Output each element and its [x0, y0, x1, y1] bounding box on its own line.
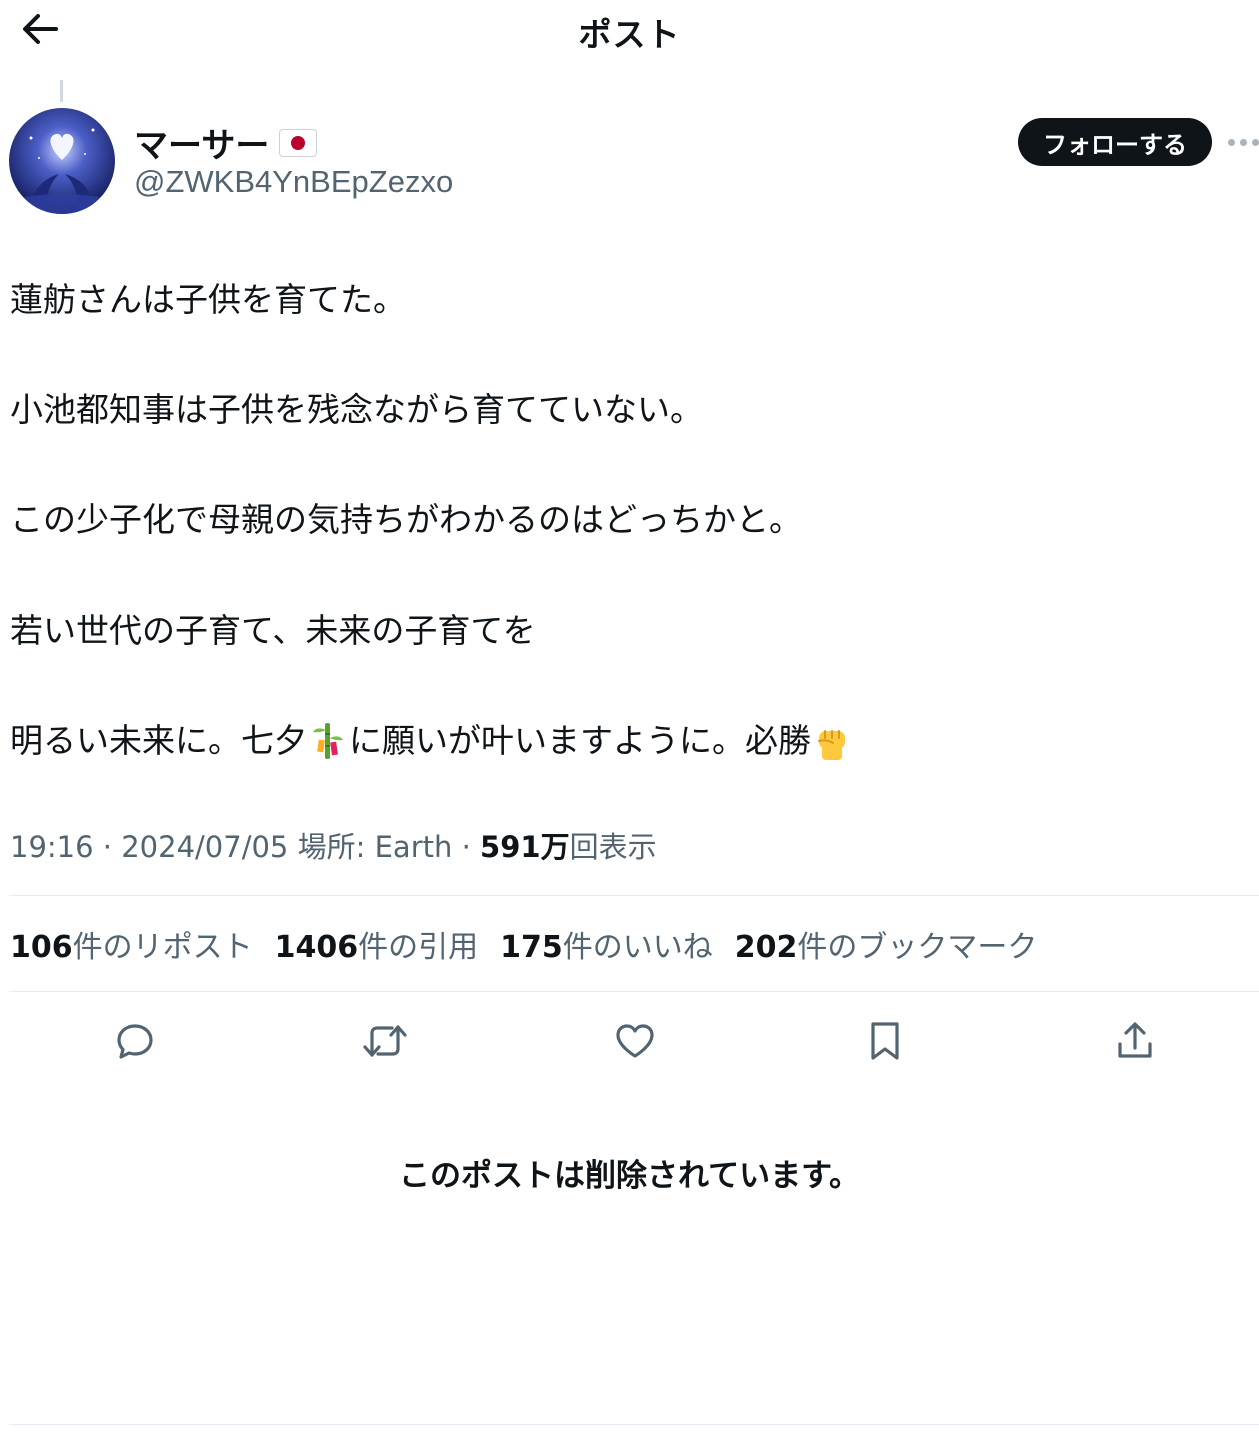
divider	[9, 991, 1259, 992]
heart-icon	[616, 1024, 654, 1058]
repost-icon	[363, 1025, 407, 1057]
more-options-button[interactable]	[1228, 128, 1259, 156]
views-count: 591万	[480, 830, 570, 864]
views-label: 回表示	[569, 830, 657, 864]
post-meta: 19:16 · 2024/07/05 場所: Earth · 591万回表示	[10, 830, 657, 864]
share-icon	[1118, 1022, 1152, 1058]
japan-flag-icon	[279, 128, 318, 157]
tanabata-tree-emoji	[309, 721, 347, 761]
more-horizontal-icon	[1228, 138, 1235, 146]
reply-icon	[117, 1024, 153, 1059]
raised-fist-emoji	[813, 721, 851, 761]
post-text-line-3: この少子化で母親の気持ちがわかるのはどっちかと。	[10, 500, 802, 539]
avatar[interactable]	[9, 108, 115, 214]
post-text-line-4: 若い世代の子育て、未来の子育てを	[10, 611, 536, 650]
display-name-text: マーサー	[134, 126, 270, 166]
engagement-stats: 106件のリポスト 1406件の引用 175件のいいね 202件のブックマーク	[10, 922, 1037, 966]
bookmark-icon	[871, 1022, 899, 1060]
display-name[interactable]: マーサー	[134, 118, 318, 167]
bookmark-button[interactable]	[857, 1013, 913, 1069]
user-handle[interactable]: @ZWKB4YnBEpZezxo	[134, 164, 453, 200]
like-button[interactable]	[607, 1013, 663, 1069]
deleted-post-notice: このポストは削除されています。	[399, 1158, 860, 1194]
likes-stat[interactable]: 175件のいいね	[500, 922, 713, 966]
reposts-stat[interactable]: 106件のリポスト	[10, 922, 253, 966]
quotes-stat[interactable]: 1406件の引用	[275, 922, 479, 966]
post-time[interactable]: 19:16	[10, 830, 94, 864]
bookmarks-stat[interactable]: 202件のブックマーク	[735, 922, 1038, 966]
post-text-line-2: 小池都知事は子供を残念ながら育てていない。	[10, 390, 703, 429]
repost-button[interactable]	[357, 1013, 413, 1069]
post-date[interactable]: 2024/07/05	[121, 830, 288, 864]
reply-button[interactable]	[107, 1013, 163, 1069]
divider	[9, 895, 1259, 896]
post-text-line-5b: に願いが叶いますように。必勝	[349, 721, 811, 760]
post-text-line-1: 蓮舫さんは子供を育てた。	[10, 280, 406, 319]
post-location: 場所: Earth	[297, 830, 453, 864]
page-title: ポスト	[578, 15, 681, 54]
share-button[interactable]	[1107, 1013, 1163, 1069]
thread-connector-line	[60, 80, 63, 102]
follow-button[interactable]: フォローする	[1018, 118, 1212, 166]
divider	[9, 1424, 1259, 1425]
avatar-image	[9, 108, 115, 214]
post-text-line-5: 明るい未来に。七夕 に願いが叶いますように。必勝	[10, 721, 853, 761]
post-text-line-5a: 明るい未来に。七夕	[10, 721, 307, 760]
